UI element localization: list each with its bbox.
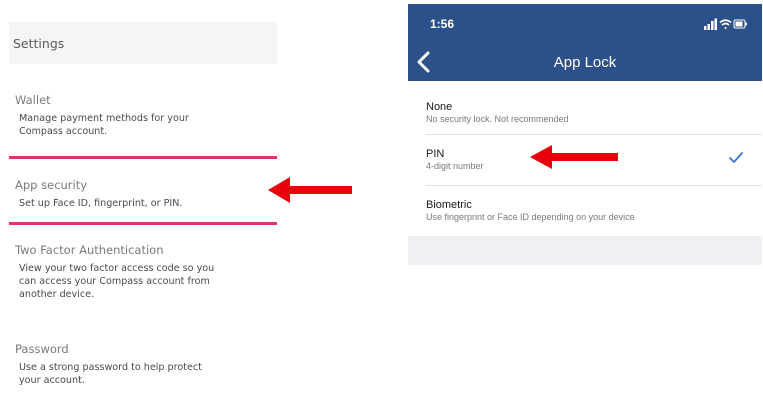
red-arrow-left-icon — [530, 145, 618, 169]
status-bar: 1:56 — [408, 4, 762, 42]
settings-item-desc: Set up Face ID, fingerprint, or PIN. — [19, 198, 183, 209]
option-title: PIN — [426, 148, 445, 160]
app-lock-screen: 1:56 App Lock None No security lock. Not… — [408, 4, 762, 265]
settings-item-password[interactable]: Password Use a strong password to help p… — [15, 342, 277, 387]
settings-item-title: App security — [15, 178, 88, 192]
settings-item-title: Two Factor Authentication — [15, 243, 164, 257]
option-subtitle: Use fingerprint or Face ID depending on … — [426, 212, 635, 222]
option-title: None — [426, 101, 453, 113]
settings-item-desc: Manage payment methods for your Compass … — [19, 113, 189, 137]
settings-item-two-factor[interactable]: Two Factor Authentication View your two … — [15, 243, 277, 301]
settings-title: Settings — [13, 36, 65, 51]
option-title: Biometric — [426, 199, 472, 211]
settings-item-desc: Use a strong password to help protect yo… — [19, 362, 202, 386]
red-arrow-left-icon — [268, 177, 352, 203]
option-subtitle: 4-digit number — [426, 161, 484, 171]
settings-item-app-security[interactable]: App security Set up Face ID, fingerprint… — [15, 178, 277, 210]
list-footer — [408, 236, 762, 265]
highlight-line-bottom — [9, 222, 277, 225]
wifi-icon — [719, 19, 732, 29]
settings-item-desc: View your two factor access code so you … — [19, 263, 215, 300]
option-none[interactable]: None No security lock. Not recommended — [408, 88, 762, 136]
nav-bar: App Lock — [408, 42, 762, 81]
page-title: App Lock — [553, 54, 617, 71]
settings-item-wallet[interactable]: Wallet Manage payment methods for your C… — [15, 93, 277, 138]
signal-icon — [704, 18, 717, 30]
checkmark-icon — [729, 152, 743, 163]
settings-header: Settings — [9, 22, 277, 64]
settings-panel: Settings Wallet Manage payment methods f… — [0, 0, 278, 398]
highlight-line-top — [9, 156, 277, 159]
status-icons — [704, 18, 747, 30]
battery-icon — [733, 19, 747, 29]
status-time: 1:56 — [430, 17, 455, 31]
option-subtitle: No security lock. Not recommended — [426, 114, 569, 124]
option-biometric[interactable]: Biometric Use fingerprint or Face ID dep… — [408, 186, 762, 234]
settings-item-title: Wallet — [15, 93, 51, 107]
settings-item-title: Password — [15, 342, 69, 356]
